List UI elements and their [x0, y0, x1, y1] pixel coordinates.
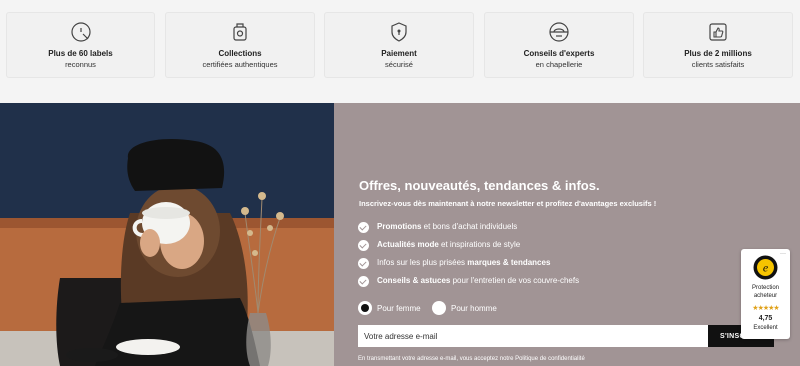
rating-stars-icon: ★★★★★	[752, 305, 779, 312]
newsletter-section: Offres, nouveautés, tendances & infos. I…	[0, 103, 800, 366]
benefit-text: pour l'entretien de vos couvre-chefs	[450, 276, 580, 285]
radio-pour-femme[interactable]: Pour femme	[358, 301, 428, 317]
rating-score: 4,75	[758, 315, 773, 322]
feature-title: Paiement	[381, 49, 417, 58]
radio-label: Pour homme	[451, 304, 497, 313]
feature-experts: Conseils d'experts en chapellerie	[484, 12, 634, 78]
radio-label: Pour femme	[377, 304, 421, 313]
feature-collections: Collections certifiées authentiques	[165, 12, 315, 78]
newsletter-subtitle: Inscrivez-vous dès maintenant à notre ne…	[359, 199, 657, 208]
benefit-bold: Promotions	[377, 222, 422, 231]
benefit-bold: marques & tendances	[467, 258, 551, 267]
badge-label-line2: acheteur	[753, 293, 778, 299]
feature-title: Collections	[218, 49, 262, 58]
lifestyle-photo	[0, 103, 334, 366]
feature-payment: Paiement sécurisé	[324, 12, 474, 78]
feature-title: Plus de 2 millions	[684, 49, 752, 58]
email-field[interactable]	[358, 325, 708, 347]
check-icon	[358, 222, 369, 233]
check-icon	[358, 258, 369, 269]
thumbs-up-icon	[707, 21, 729, 43]
hat-expert-icon	[548, 21, 570, 43]
badge-menu-icon[interactable]: ···	[780, 251, 786, 257]
radio-selected-icon[interactable]	[358, 301, 372, 315]
feature-labels: Plus de 60 labels reconnus	[6, 12, 155, 78]
trust-badge-widget[interactable]: ··· e Protection acheteur ★★★★★ 4,75 Exc…	[741, 249, 790, 339]
benefit-text: et bons d'achat individuels	[421, 222, 518, 231]
privacy-notice: En transmettant votre adresse e-mail, vo…	[358, 356, 585, 362]
radio-unselected-icon[interactable]	[432, 301, 446, 315]
rating-word: Excellent	[753, 325, 778, 331]
newsletter-panel: Offres, nouveautés, tendances & infos. I…	[334, 103, 800, 366]
feature-title: Conseils d'experts	[523, 49, 595, 58]
check-icon	[358, 240, 369, 251]
collection-badge-icon	[229, 21, 251, 43]
newsletter-title: Offres, nouveautés, tendances & infos.	[359, 178, 600, 193]
feature-subtitle: sécurisé	[385, 60, 413, 69]
badge-label-line1: Protection	[751, 285, 779, 291]
feature-subtitle: certifiées authentiques	[202, 60, 278, 69]
radio-pour-homme[interactable]: Pour homme	[432, 301, 506, 317]
label-seal-icon	[70, 21, 92, 43]
shield-lock-icon	[388, 21, 410, 43]
trust-seal-icon: e	[753, 255, 778, 280]
features-strip: Plus de 60 labels reconnus Collections c…	[0, 0, 800, 103]
badge-label: Protection acheteur	[741, 284, 790, 300]
feature-subtitle: clients satisfaits	[691, 60, 745, 69]
benefit-bold: Conseils & astuces	[377, 276, 451, 285]
feature-title: Plus de 60 labels	[48, 49, 113, 58]
feature-subtitle: reconnus	[65, 60, 96, 69]
svg-text:e: e	[763, 261, 769, 275]
benefit-text: et inspirations de style	[438, 240, 521, 249]
benefit-bold: Actualités mode	[377, 240, 439, 249]
benefit-text: Infos sur les plus prisées	[377, 258, 468, 267]
feature-clients: Plus de 2 millions clients satisfaits	[643, 12, 793, 78]
feature-subtitle: en chapellerie	[535, 60, 583, 69]
woman-with-cup-illustration	[0, 103, 334, 366]
check-icon	[358, 276, 369, 287]
